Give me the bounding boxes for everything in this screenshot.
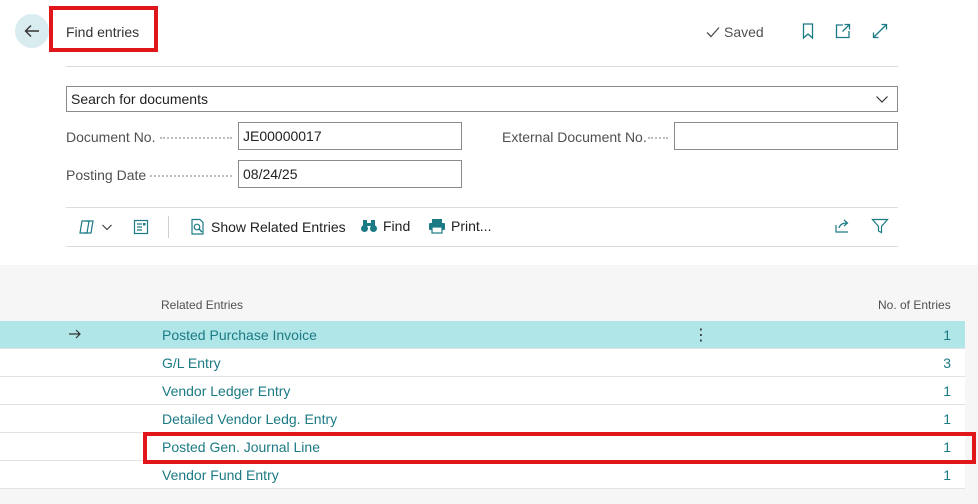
document-search-icon: [191, 218, 204, 235]
chevron-down-icon: [876, 96, 888, 103]
filter-button[interactable]: [871, 218, 889, 234]
dotted-leader: [160, 137, 232, 139]
table-row[interactable]: Vendor Fund Entry 1: [0, 461, 965, 489]
table-row[interactable]: Detailed Vendor Ledg. Entry 1: [0, 405, 965, 433]
show-as-list-button[interactable]: [132, 218, 150, 236]
saved-status: Saved: [706, 24, 764, 40]
expand-icon[interactable]: [871, 22, 889, 40]
dotted-leader: [150, 175, 232, 177]
document-no-field[interactable]: JE00000017: [238, 122, 462, 150]
header-divider: [66, 66, 898, 67]
list-view-icon: [133, 219, 149, 235]
table-row[interactable]: G/L Entry 3: [0, 349, 965, 377]
more-options-icon[interactable]: ⋮: [693, 325, 709, 345]
column-header-no-of-entries[interactable]: No. of Entries: [878, 298, 951, 312]
bookmark-icon[interactable]: [799, 22, 817, 40]
printer-icon: [429, 219, 445, 234]
related-entry-name[interactable]: Vendor Ledger Entry: [162, 383, 290, 399]
arrow-right-icon: [69, 329, 81, 339]
open-new-window-icon[interactable]: [834, 22, 852, 40]
show-related-entries-label: Show Related Entries: [211, 219, 346, 235]
binoculars-icon: [361, 220, 377, 232]
related-entry-name[interactable]: G/L Entry: [162, 355, 221, 371]
table-row[interactable]: Vendor Ledger Entry 1: [0, 377, 965, 405]
posting-date-label: Posting Date: [66, 167, 147, 183]
checkmark-icon: [706, 27, 720, 38]
posting-date-field[interactable]: 08/24/25: [238, 160, 462, 188]
show-related-entries-button[interactable]: Show Related Entries: [190, 218, 346, 236]
external-document-no-label: External Document No.: [502, 129, 647, 145]
toolbar-bottom-divider: [66, 246, 898, 247]
share-button[interactable]: [834, 218, 852, 234]
view-layout-icon: [79, 220, 94, 234]
find-button[interactable]: Find: [360, 218, 410, 234]
related-entry-name[interactable]: Vendor Fund Entry: [162, 467, 279, 483]
entry-count[interactable]: 1: [943, 327, 951, 343]
saved-label: Saved: [724, 24, 764, 40]
search-documents-select[interactable]: Search for documents: [66, 86, 898, 112]
related-entry-name[interactable]: Posted Purchase Invoice: [162, 327, 317, 343]
search-select-value: Search for documents: [71, 91, 208, 107]
entry-count[interactable]: 1: [943, 411, 951, 427]
chevron-down-icon: [102, 224, 112, 231]
entry-count[interactable]: 1: [943, 467, 951, 483]
print-label: Print...: [451, 218, 492, 234]
share-icon: [835, 219, 849, 233]
arrow-left-icon: [24, 25, 39, 37]
toolbar-separator: [168, 216, 169, 238]
print-button[interactable]: Print...: [428, 218, 491, 234]
table-row[interactable]: Posted Purchase Invoice ⋮ 1: [0, 321, 965, 349]
find-label: Find: [383, 218, 411, 234]
column-header-related-entries[interactable]: Related Entries: [161, 298, 243, 312]
related-entry-name[interactable]: Detailed Vendor Ledg. Entry: [162, 411, 337, 427]
document-no-label: Document No.: [66, 129, 156, 145]
page-title: Find entries: [66, 24, 140, 40]
annotation-box-row: [143, 432, 976, 464]
dotted-leader: [648, 137, 668, 139]
external-document-no-field[interactable]: [674, 122, 898, 150]
entry-count[interactable]: 1: [943, 383, 951, 399]
view-options-button[interactable]: [78, 218, 113, 236]
filter-icon: [871, 218, 889, 234]
action-toolbar: Show Related Entries Find Print...: [66, 208, 898, 246]
entry-count[interactable]: 3: [943, 355, 951, 371]
back-button[interactable]: [15, 14, 49, 48]
